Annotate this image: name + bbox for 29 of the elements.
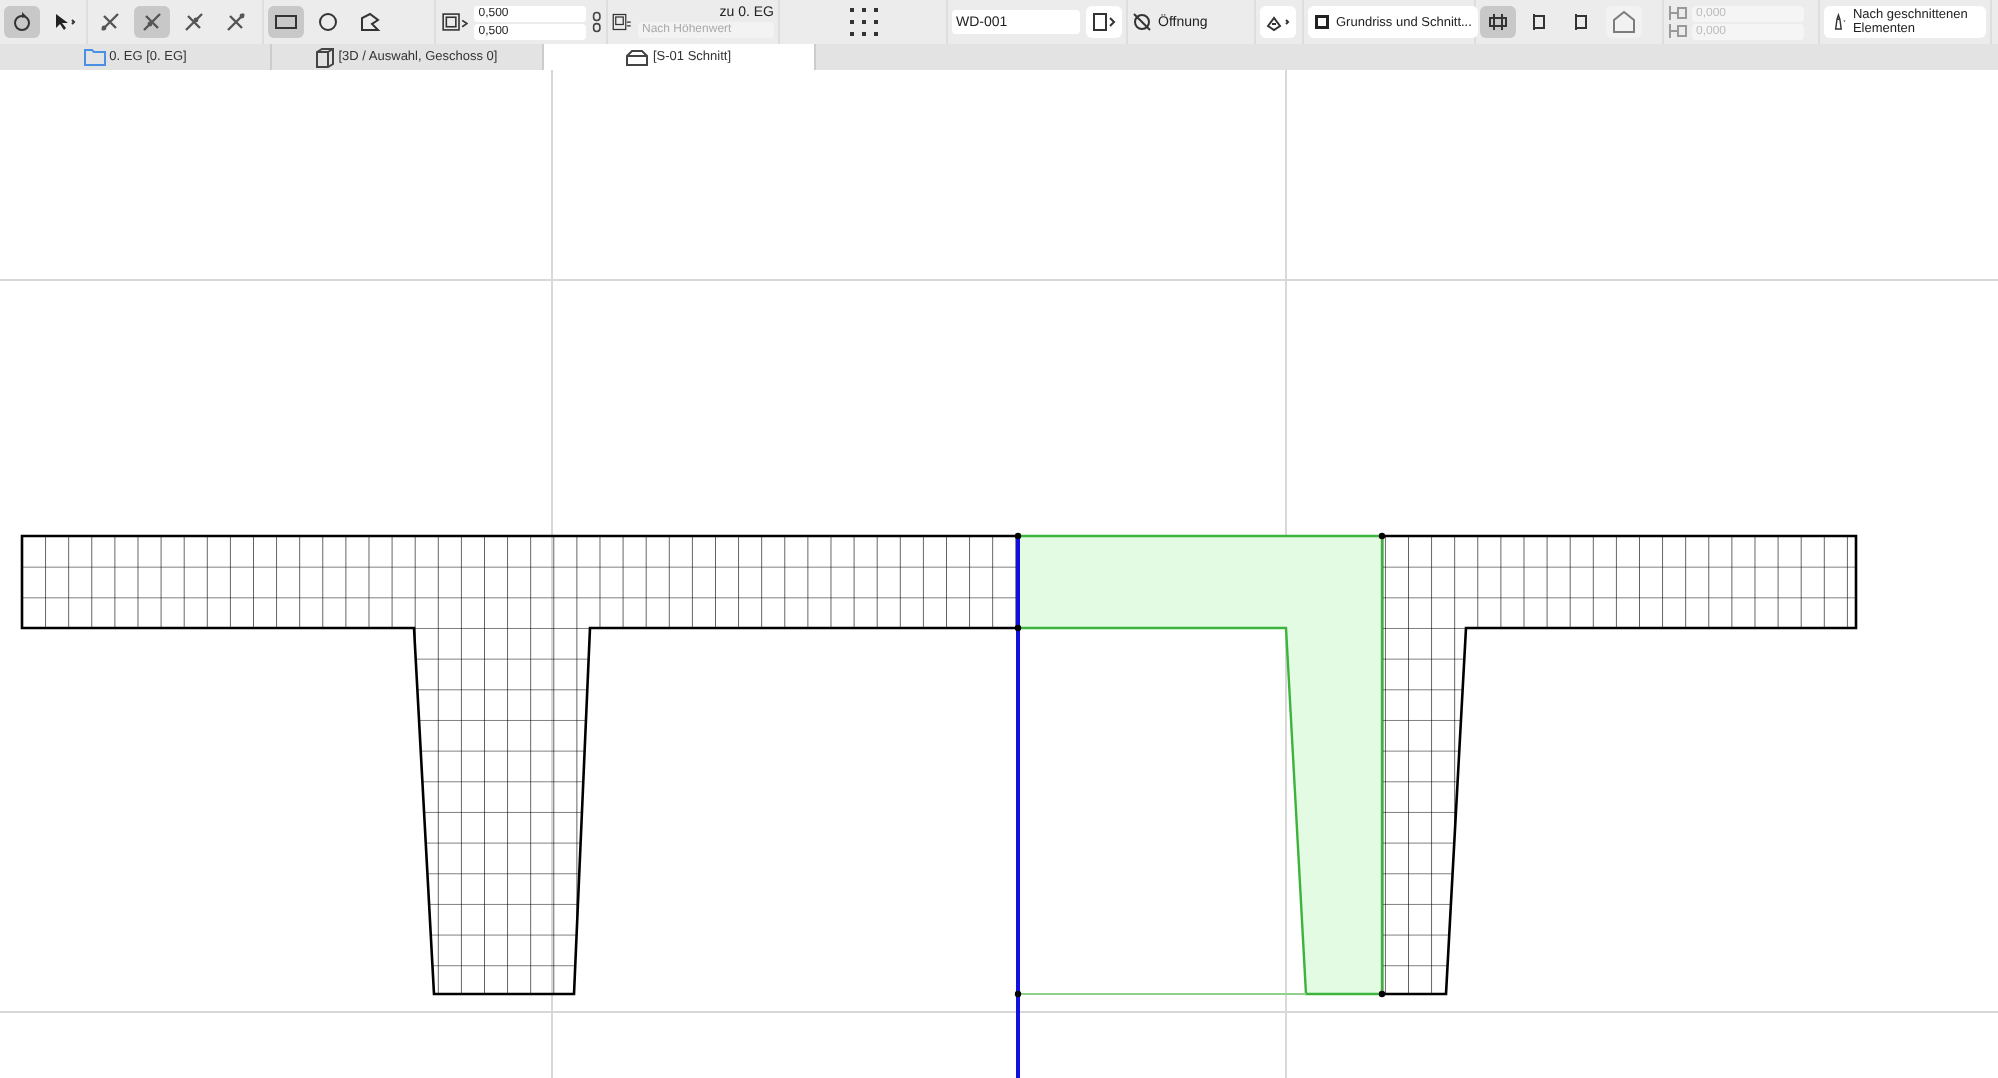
property-button[interactable] [1086, 6, 1122, 38]
shape-icon [274, 12, 298, 32]
shape-icon [316, 12, 340, 32]
brush-icon [1830, 10, 1847, 34]
alignment-icon [98, 10, 122, 34]
alignment-button[interactable] [134, 6, 170, 38]
cube-icon [316, 47, 335, 67]
cloud-dropdown-button[interactable] [1260, 6, 1296, 38]
limit-button[interactable] [1480, 6, 1516, 38]
pointer-icon [52, 12, 76, 32]
folder-icon [83, 48, 106, 66]
opening-icon [1132, 12, 1152, 32]
alignment-icon [182, 10, 206, 34]
offset-icon [1668, 24, 1688, 38]
alignment-icon [224, 10, 248, 34]
offset-icon [1668, 6, 1688, 20]
rotate-button[interactable] [4, 6, 40, 38]
limit-icon [1486, 10, 1510, 34]
rotate-icon [12, 12, 32, 32]
section-icon [626, 49, 649, 65]
limit-icon [1612, 10, 1636, 34]
diamond-icon [1264, 12, 1292, 32]
shape-icon [358, 12, 382, 32]
rectangle-shape-button[interactable] [268, 6, 304, 38]
anchor-point-grid-icon[interactable] [847, 6, 879, 38]
document-icon [1092, 12, 1116, 32]
link-icon[interactable] [592, 8, 602, 36]
alignment-icon [140, 10, 164, 34]
square-icon [1314, 14, 1330, 30]
